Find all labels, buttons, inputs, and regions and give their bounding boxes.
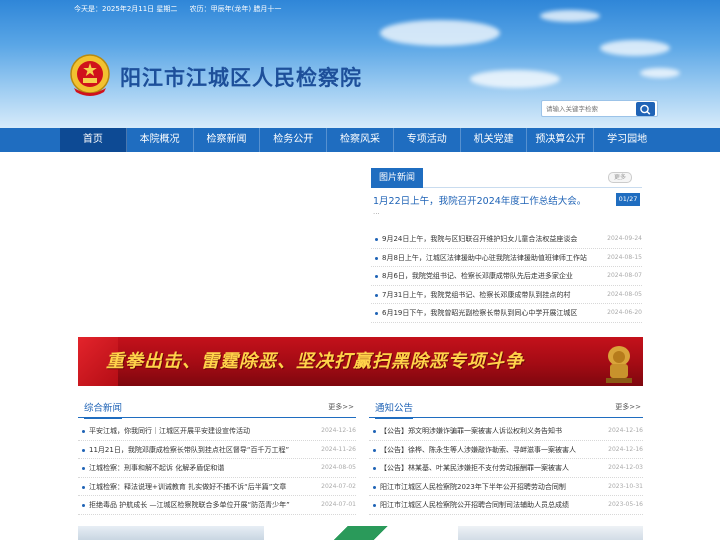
photo-news-title[interactable]: 图片新闻 [371, 168, 424, 188]
list-item[interactable]: 8月8日上午，江城区法律援助中心驻我院法律援助值班律师工作站 2024-08-15 [371, 249, 642, 268]
list-item-date: 2024-07-01 [321, 501, 356, 508]
nav-item-campaigns[interactable]: 专项活动 [394, 128, 461, 152]
nav-item-party[interactable]: 机关党建 [461, 128, 528, 152]
site-title[interactable]: 阳江市江城区人民检察院 [120, 62, 362, 92]
cloud-decoration [600, 40, 670, 56]
nav-item-news[interactable]: 检察新闻 [194, 128, 261, 152]
list-item[interactable]: 【公告】徐桦、陈永生等人涉嫌敲诈勒索、寻衅滋事一案被害人 2024-12-16 [369, 441, 643, 460]
lunar-date: 农历：甲辰年(龙年) 腊月十一 [189, 5, 282, 13]
list-item-title[interactable]: 江城检察：刑事和解不起诉 化解矛盾促和谐 [89, 459, 314, 478]
photo-news-ellipsis: ... [373, 208, 380, 216]
list-item-date: 2024-09-24 [607, 235, 642, 242]
search-button[interactable] [636, 102, 655, 116]
list-item[interactable]: 阳江市江城区人民检察院2023年下半年公开招聘劳动合同制 2023-10-31 [369, 478, 643, 497]
list-item[interactable]: 【公告】林某基、叶某民涉嫌拒不支付劳动报酬罪一案被害人 2024-12-03 [369, 459, 643, 478]
list-item-date: 2024-08-15 [607, 253, 642, 261]
photo-news-header: 图片新闻 更多 [371, 166, 642, 188]
list-item-title[interactable]: 平安江城，你我同行｜江城区开展平安建设宣传活动 [89, 422, 314, 441]
list-item[interactable]: 阳江市江城区人民检察院公开招聘合同制司法辅助人员总成绩 2023-05-16 [369, 496, 643, 515]
list-item-title[interactable]: 江城检察：释法说理+训诫教育 扎实做好不捕不诉“后半篇”文章 [89, 478, 314, 497]
list-item-date: 2024-12-16 [608, 427, 643, 434]
list-item[interactable]: 江城检察：刑事和解不起诉 化解矛盾促和谐 2024-08-05 [78, 459, 356, 478]
list-item[interactable]: 平安江城，你我同行｜江城区开展平安建设宣传活动 2024-12-16 [78, 422, 356, 441]
photo-slideshow[interactable] [78, 166, 358, 326]
procuratorate-emblem-icon [70, 54, 110, 96]
search-box [541, 100, 658, 117]
list-item-title[interactable]: 阳江市江城区人民检察院公开招聘合同制司法辅助人员总成绩 [380, 496, 605, 515]
cloud-decoration [640, 68, 680, 78]
today-date: 今天是：2025年2月11日 星期二 [74, 5, 178, 13]
nav-item-home[interactable]: 首页 [60, 128, 127, 152]
search-icon [640, 104, 651, 115]
cloud-decoration [540, 10, 600, 22]
list-item-title[interactable]: 7月31日上午，我院党组书记、检察长邓康成带队到挂点的村 [382, 286, 592, 305]
notices-more-link[interactable]: 更多>> [615, 402, 641, 412]
feature-image[interactable] [268, 526, 454, 540]
list-item-date: 2024-08-07 [607, 272, 642, 279]
list-item[interactable]: 11月21日，我院邓康成检察长带队到挂点社区督导“百千万工程” 2024-11-2… [78, 441, 356, 460]
nav-item-budget[interactable]: 预决算公开 [527, 128, 595, 152]
date-bar: 今天是：2025年2月11日 星期二 农历：甲辰年(龙年) 腊月十一 [74, 4, 291, 14]
notices-list: 【公告】郑文明涉嫌诈骗罪一案被害人诉讼权利义务告知书 2024-12-16 【公告… [369, 422, 643, 515]
list-item-title[interactable]: 8月8日上午，江城区法律援助中心驻我院法律援助值班律师工作站 [382, 249, 592, 268]
list-item-date: 2024-12-03 [608, 464, 643, 471]
list-item-title[interactable]: 9月24日上午，我院与区妇联召开维护妇女儿童合法权益座谈会 [382, 230, 592, 249]
general-news-more-link[interactable]: 更多>> [328, 402, 354, 412]
nav-item-learning[interactable]: 学习园地 [594, 128, 660, 152]
list-item-date: 2023-05-16 [608, 501, 643, 508]
list-item[interactable]: 9月24日上午，我院与区妇联召开维护妇女儿童合法权益座谈会 2024-09-24 [371, 230, 642, 249]
list-item-title[interactable]: 6月19日下午，我院曾昭光副检察长带队到同心中学开展江城区 [382, 304, 592, 323]
general-news-list: 平安江城，你我同行｜江城区开展平安建设宣传活动 2024-12-16 11月21日… [78, 422, 356, 515]
general-news-title[interactable]: 综合新闻 [84, 400, 123, 419]
photo-news-list: 9月24日上午，我院与区妇联召开维护妇女儿童合法权益座谈会 2024-09-24 … [371, 230, 642, 323]
main-nav: 首页 本院概况 检察新闻 检务公开 检察风采 专项活动 机关党建 预决算公开 学… [0, 128, 720, 152]
site-header: 今天是：2025年2月11日 星期二 农历：甲辰年(龙年) 腊月十一 阳江市江城… [0, 0, 720, 128]
list-item-date: 2023-10-31 [608, 482, 643, 490]
list-item-date: 2024-11-26 [321, 445, 356, 453]
list-item-date: 2024-12-16 [608, 445, 643, 453]
notices-title[interactable]: 通知公告 [375, 400, 414, 419]
general-news-panel: 综合新闻 更多>> 平安江城，你我同行｜江城区开展平安建设宣传活动 2024-12… [78, 398, 356, 518]
lion-statue-icon [606, 346, 632, 383]
notices-panel: 通知公告 更多>> 【公告】郑文明涉嫌诈骗罪一案被害人诉讼权利义务告知书 2024… [369, 398, 643, 518]
feature-image[interactable] [78, 526, 264, 540]
cloud-decoration [470, 70, 560, 88]
list-item-date: 2024-07-02 [321, 482, 356, 490]
banner-slogan: 重拳出击、雷霆除恶、坚决打赢扫黑除恶专项斗争 [106, 351, 524, 372]
nav-item-style[interactable]: 检察风采 [327, 128, 394, 152]
list-item-date: 2024-12-16 [321, 427, 356, 434]
cloud-decoration [380, 20, 500, 46]
list-item-title[interactable]: 拒绝毒品 护航成长 —江城区检察院联合多单位开展“防范青少年” [89, 496, 314, 515]
list-item[interactable]: 8月6日，我院党组书记、检察长邓康成带队先后走进多家企业 2024-08-07 [371, 267, 642, 286]
list-item-date: 2024-08-05 [321, 464, 356, 471]
photo-news-more-link[interactable]: 更多 [608, 172, 632, 183]
feature-image[interactable] [458, 526, 643, 540]
nav-item-affairs[interactable]: 检务公开 [260, 128, 328, 152]
list-item-date: 2024-08-05 [607, 290, 642, 298]
list-item-title[interactable]: 【公告】徐桦、陈永生等人涉嫌敲诈勒索、寻衅滋事一案被害人 [380, 441, 605, 460]
photo-news-panel: 图片新闻 更多 1月22日上午，我院召开2024年度工作总结大会。 01/27 … [371, 166, 642, 326]
general-news-header: 综合新闻 更多>> [78, 398, 356, 419]
list-item-title[interactable]: 【公告】林某基、叶某民涉嫌拒不支付劳动报酬罪一案被害人 [380, 459, 605, 478]
notices-header: 通知公告 更多>> [369, 398, 643, 419]
list-item[interactable]: 江城检察：释法说理+训诫教育 扎实做好不捕不诉“后半篇”文章 2024-07-02 [78, 478, 356, 497]
campaign-banner[interactable]: 重拳出击、雷霆除恶、坚决打赢扫黑除恶专项斗争 [78, 337, 643, 386]
photo-news-headline[interactable]: 1月22日上午，我院召开2024年度工作总结大会。 [373, 193, 586, 207]
list-item[interactable]: 【公告】郑文明涉嫌诈骗罪一案被害人诉讼权利义务告知书 2024-12-16 [369, 422, 643, 441]
list-item-date: 2024-06-20 [607, 309, 642, 316]
list-item[interactable]: 6月19日下午，我院曾昭光副检察长带队到同心中学开展江城区 2024-06-20 [371, 304, 642, 323]
nav-item-overview[interactable]: 本院概况 [127, 128, 194, 152]
list-item-title[interactable]: 8月6日，我院党组书记、检察长邓康成带队先后走进多家企业 [382, 267, 592, 286]
list-item[interactable]: 拒绝毒品 护航成长 —江城区检察院联合多单位开展“防范青少年” 2024-07-0… [78, 496, 356, 515]
list-item-title[interactable]: 【公告】郑文明涉嫌诈骗罪一案被害人诉讼权利义务告知书 [380, 422, 605, 441]
photo-news-page-indicator: 01/27 [616, 193, 640, 206]
list-item-title[interactable]: 阳江市江城区人民检察院2023年下半年公开招聘劳动合同制 [380, 478, 605, 497]
search-input[interactable] [546, 103, 636, 115]
list-item-title[interactable]: 11月21日，我院邓康成检察长带队到挂点社区督导“百千万工程” [89, 441, 314, 460]
list-item[interactable]: 7月31日上午，我院党组书记、检察长邓康成带队到挂点的村 2024-08-05 [371, 286, 642, 305]
